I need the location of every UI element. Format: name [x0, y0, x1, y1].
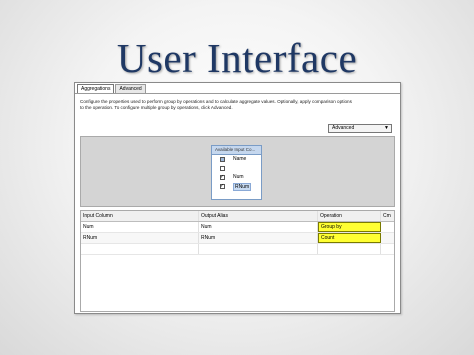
column-label: Num [233, 174, 244, 180]
column-checkbox[interactable] [220, 173, 225, 182]
column-label: RNum [233, 183, 252, 191]
comparison-cell[interactable] [381, 222, 394, 232]
advanced-dropdown[interactable]: Advanced ▼ [328, 124, 392, 133]
output-alias-cell[interactable]: RNum [199, 233, 318, 243]
available-input-columns-box: Available Input Co... Name Num RNum [211, 145, 262, 200]
header-input-column[interactable]: Input Column [81, 211, 199, 221]
slide-title: User Interface [116, 35, 358, 81]
output-alias-cell[interactable]: Num [199, 222, 318, 232]
select-all-checkbox[interactable] [220, 157, 225, 162]
column-row-rnum[interactable]: RNum [212, 182, 261, 191]
operation-cell[interactable] [318, 244, 381, 254]
table-row[interactable]: Num Num Group by [81, 222, 394, 233]
aggregate-editor-window: Aggregations Advanced Configure the prop… [74, 82, 401, 314]
column-row-empty[interactable] [212, 164, 261, 173]
columns-diagram-area: Available Input Co... Name Num RNum [80, 136, 395, 207]
advanced-dropdown-value: Advanced [332, 125, 355, 131]
chevron-down-icon: ▼ [384, 125, 389, 131]
comparison-cell[interactable] [381, 233, 394, 243]
input-column-cell[interactable]: RNum [81, 233, 199, 243]
table-row[interactable]: RNum RNum Count [81, 233, 394, 244]
input-column-cell[interactable]: Num [81, 222, 199, 232]
operation-cell[interactable]: Count [318, 233, 381, 243]
operation-cell[interactable]: Group by [318, 222, 381, 232]
column-row-name[interactable]: Name [212, 155, 261, 164]
column-label: Name [233, 156, 247, 162]
header-comparison[interactable]: Cm [381, 211, 394, 221]
input-column-cell[interactable] [81, 244, 199, 254]
column-checkbox[interactable] [220, 182, 225, 191]
description-text: Configure the properties used to perform… [80, 99, 392, 111]
header-operation[interactable]: Operation [318, 211, 381, 221]
aggregation-grid: Input Column Output Alias Operation Cm N… [80, 210, 395, 312]
grid-header-row: Input Column Output Alias Operation Cm [81, 211, 394, 222]
description-line-2: to the operation. To configure multiple … [80, 105, 233, 110]
comparison-cell[interactable] [381, 244, 394, 254]
header-output-alias[interactable]: Output Alias [199, 211, 318, 221]
available-columns-title: Available Input Co... [212, 146, 261, 155]
column-checkbox[interactable] [220, 166, 225, 171]
output-alias-cell[interactable] [199, 244, 318, 254]
tab-divider [75, 93, 400, 94]
column-row-num[interactable]: Num [212, 173, 261, 182]
table-row-empty[interactable] [81, 244, 394, 255]
